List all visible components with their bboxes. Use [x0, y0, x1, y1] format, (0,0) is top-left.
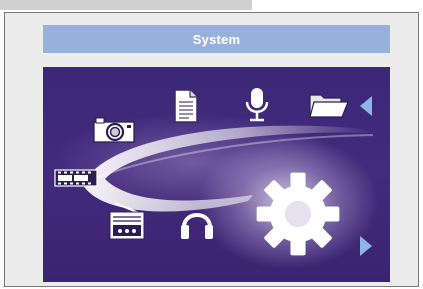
- radio-icon[interactable]: [109, 202, 145, 240]
- panel-title-text: System: [192, 31, 241, 47]
- panel-title: System: [43, 25, 390, 53]
- folder-icon[interactable]: [309, 91, 349, 119]
- camera-icon[interactable]: [93, 117, 135, 143]
- top-tab-strip: [0, 0, 252, 10]
- microphone-icon[interactable]: [243, 87, 271, 123]
- scroll-left-arrow[interactable]: [359, 95, 373, 117]
- film-strip-icon[interactable]: [54, 169, 98, 187]
- menu-screen: [43, 67, 390, 282]
- headphones-icon[interactable]: [179, 205, 215, 241]
- file-icon[interactable]: [173, 89, 199, 123]
- gear-icon[interactable]: [248, 167, 348, 261]
- scroll-right-arrow[interactable]: [359, 235, 373, 257]
